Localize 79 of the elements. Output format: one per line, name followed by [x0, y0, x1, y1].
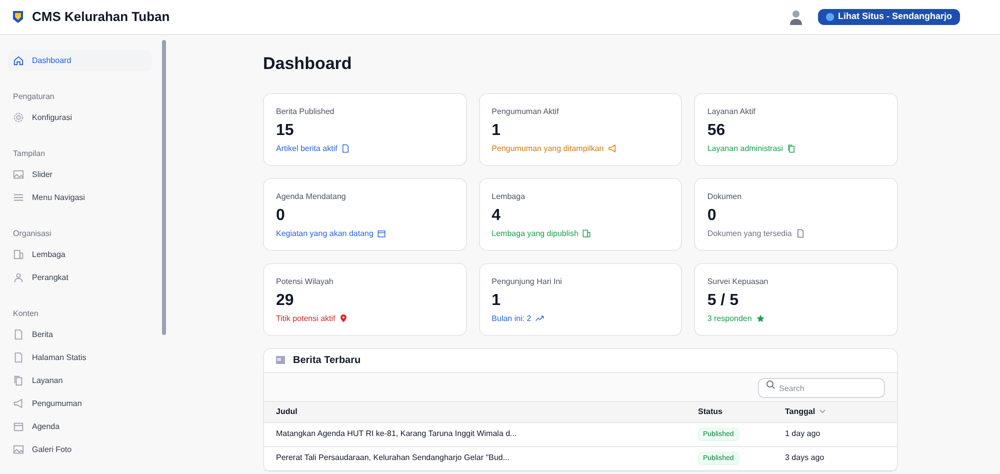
stat-caption: Pengumuman yang ditampilkan: [492, 142, 604, 154]
stat-value: 0: [276, 206, 286, 226]
column-header[interactable]: Status: [698, 406, 722, 418]
app-title: CMS Kelurahan Tuban: [32, 8, 170, 26]
copy-icon: [786, 144, 796, 153]
column-header[interactable]: Tanggal: [785, 406, 816, 418]
copy-icon: [13, 375, 24, 386]
stat-label: Pengunjung Hari Ini: [492, 276, 563, 288]
stat-label: Lembaga: [492, 190, 526, 202]
sidebar-item[interactable]: Konfigurasi: [8, 107, 152, 128]
section-heading: Pengaturan: [12, 91, 56, 103]
sidebar-item[interactable]: Halaman Statis: [8, 347, 152, 368]
stat-value: 1: [492, 290, 502, 310]
stat-value: 29: [276, 290, 295, 310]
sidebar-item[interactable]: Menu Navigasi: [8, 187, 152, 208]
settings-icon: [13, 112, 24, 123]
section-heading: Konten: [12, 308, 40, 320]
stat-label: Dokumen: [707, 190, 743, 202]
stat-value: 0: [707, 206, 718, 226]
card-title: Berita Terbaru: [293, 354, 361, 368]
stat-caption: Titik potensi aktif: [276, 312, 336, 324]
sidebar-item[interactable]: Agenda: [8, 416, 152, 437]
stat-caption: 3 responden: [707, 312, 752, 324]
logo-icon: [12, 10, 24, 24]
page-title: Dashboard: [263, 53, 353, 75]
star-icon: [756, 314, 765, 323]
column-header[interactable]: Judul: [276, 406, 298, 418]
view-site-button[interactable]: Lihat Situs - Sendangharjo: [818, 9, 960, 25]
section-heading: Organisasi: [12, 228, 52, 240]
menu-icon: [13, 192, 24, 203]
people-icon: [13, 272, 24, 283]
stat-caption: Lembaga yang dipublish: [492, 228, 578, 240]
sidebar-item[interactable]: Berita: [8, 324, 152, 345]
chevron-down-icon: [819, 409, 826, 414]
stat-value: 15: [276, 120, 295, 140]
stat-label: Agenda Mendatang: [276, 190, 347, 202]
megaphone-icon: [13, 398, 24, 409]
stat-value: 1: [492, 120, 502, 140]
calendar-icon: [377, 229, 386, 238]
table-cell: Pererat Tali Persaudaraan, Kelurahan Sendangharjo Gelar "Bud...: [276, 453, 510, 462]
sidebar-item[interactable]: Perangkat: [8, 267, 152, 288]
trend-up-icon: [535, 314, 544, 323]
globe-icon: [826, 13, 834, 21]
sidebar-item[interactable]: Slider: [8, 164, 152, 185]
building-icon: [582, 229, 592, 238]
search-field[interactable]: Search: [758, 378, 885, 398]
image-icon: [13, 169, 24, 180]
megaphone-icon: [608, 144, 617, 153]
stat-value: 5 / 5: [707, 290, 740, 310]
stat-label: Layanan Aktif: [707, 106, 756, 118]
table-cell: 3 days ago: [785, 453, 824, 462]
document-icon: [13, 352, 24, 363]
sidebar-item[interactable]: Galeri Foto: [8, 439, 152, 460]
avatar-icon[interactable]: [790, 9, 802, 25]
sidebar-item[interactable]: Layanan: [8, 370, 152, 391]
table-cell: 1 day ago: [785, 429, 820, 438]
stat-label: Potensi Wilayah: [276, 276, 334, 288]
stat-caption: Bulan ini: 2: [492, 312, 532, 324]
table-cell: Matangkan Agenda HUT RI ke-81, Karang Taruna Inggit Wimala d...: [276, 429, 517, 438]
sidebar-item[interactable]: Lembaga: [8, 244, 152, 265]
stat-label: Berita Published: [276, 106, 336, 118]
building-icon: [13, 249, 24, 260]
stat-value: 56: [707, 120, 726, 140]
sidebar-item[interactable]: Dashboard: [8, 50, 152, 71]
home-icon: [13, 55, 24, 66]
image-icon: [13, 444, 24, 455]
stat-label: Pengumuman Aktif: [492, 106, 560, 118]
stat-label: Survei Kepuasan: [707, 276, 770, 288]
calendar-icon: [13, 421, 24, 432]
sidebar-item[interactable]: Pengumuman: [8, 393, 152, 414]
stat-caption: Artikel berita aktif: [276, 142, 338, 154]
document-icon: [796, 229, 805, 238]
stat-caption: Layanan administrasi: [707, 142, 783, 154]
stat-caption: Kegiatan yang akan datang: [276, 228, 374, 240]
map-pin-icon: [339, 314, 348, 323]
stat-value: 4: [492, 206, 502, 226]
section-heading: Tampilan: [12, 148, 46, 160]
stat-caption: Dokumen yang tersedia: [707, 228, 792, 240]
search-icon: [766, 380, 775, 389]
